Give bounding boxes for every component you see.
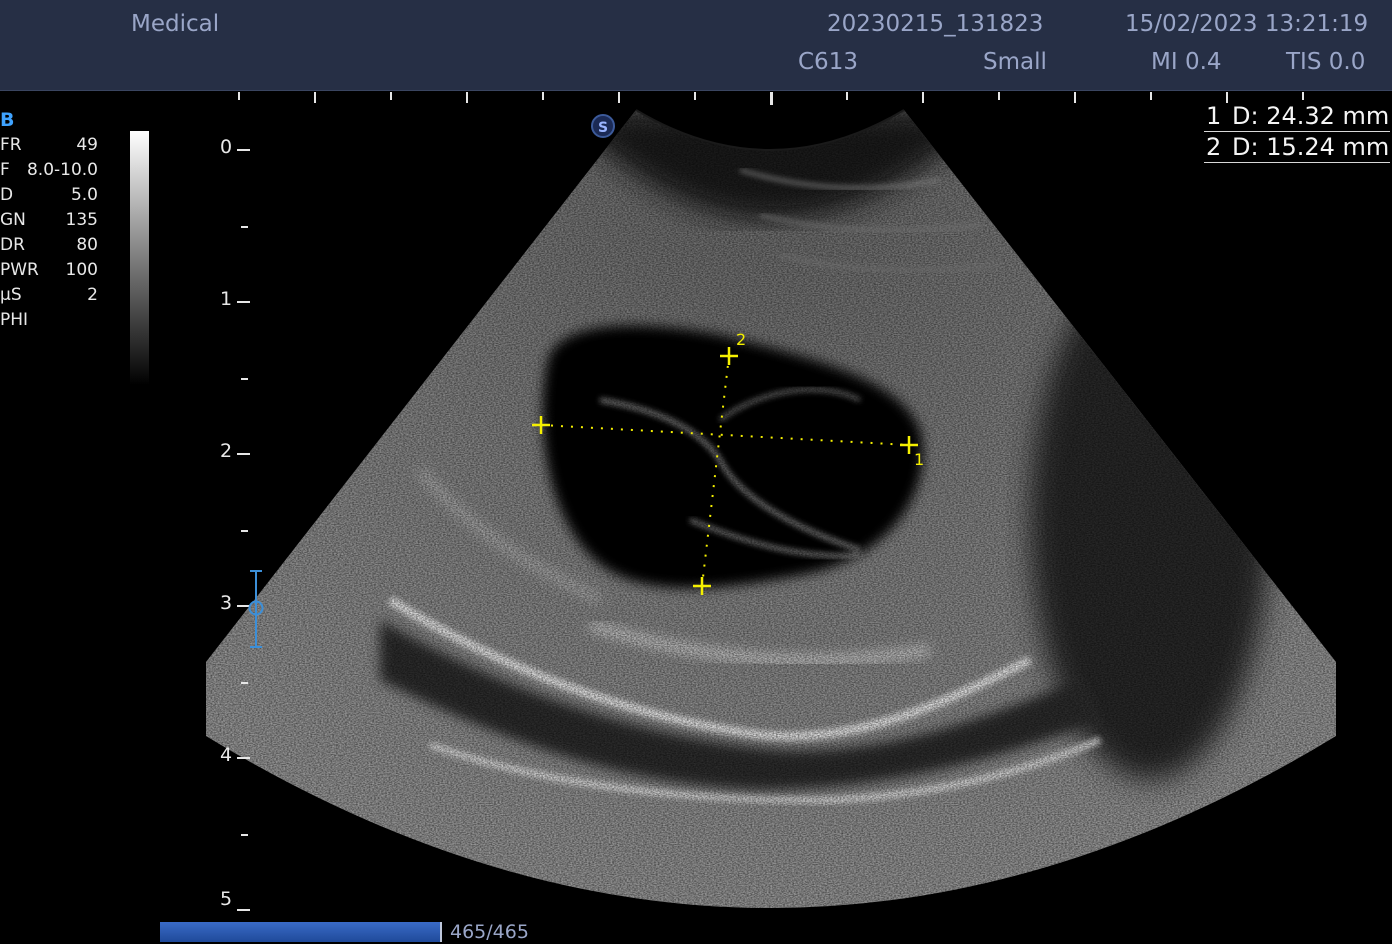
depth-label: 5 xyxy=(220,888,233,910)
cine-progress-bar[interactable] xyxy=(160,922,442,942)
depth-label: 3 xyxy=(220,592,233,614)
imaging-parameters: B FR 49 F 8.0-10.0 D 5.0 GN 135 DR 80 PW… xyxy=(0,108,110,333)
param-row: D 5.0 xyxy=(0,185,98,205)
depth-scale: 0 1 2 3 4 5 xyxy=(215,130,255,930)
caliper-overlay: 1 2 S xyxy=(532,114,924,595)
caliper-cross-2b[interactable] xyxy=(693,577,711,595)
cine-frame-counter: 465/465 xyxy=(450,921,529,943)
param-row: DR 80 xyxy=(0,235,98,255)
measurement-row: 1 D: 24.32 mm xyxy=(1204,102,1390,132)
svg-text:S: S xyxy=(598,120,608,136)
param-row: PHI xyxy=(0,310,29,330)
caliper-cross-1a[interactable] xyxy=(532,416,550,434)
measurement-row: 2 D: 15.24 mm xyxy=(1204,133,1390,163)
caliper-cross-2a[interactable] xyxy=(720,347,738,365)
depth-label: 0 xyxy=(220,136,233,158)
ultrasound-screen: Medical 20230215_131823 15/02/2023 13:21… xyxy=(0,0,1392,944)
param-row: µS 2 xyxy=(0,285,98,305)
orientation-marker: S xyxy=(591,114,615,138)
depth-label: 4 xyxy=(220,744,233,766)
cine-progress-fill xyxy=(160,922,440,942)
depth-label: 1 xyxy=(220,288,233,310)
imaging-mode: B xyxy=(0,109,15,131)
focus-marker[interactable] xyxy=(248,570,264,648)
measurement-results: 1 D: 24.32 mm 2 D: 15.24 mm xyxy=(1204,101,1390,163)
param-row: PWR 100 xyxy=(0,260,98,280)
param-row: FR 49 xyxy=(0,135,98,155)
caliper-label-2: 2 xyxy=(736,330,746,349)
depth-label: 2 xyxy=(220,440,233,462)
caliper-label-1: 1 xyxy=(914,450,924,469)
param-row: F 8.0-10.0 xyxy=(0,160,98,180)
grayscale-bar xyxy=(130,131,149,385)
param-row: GN 135 xyxy=(0,210,98,230)
